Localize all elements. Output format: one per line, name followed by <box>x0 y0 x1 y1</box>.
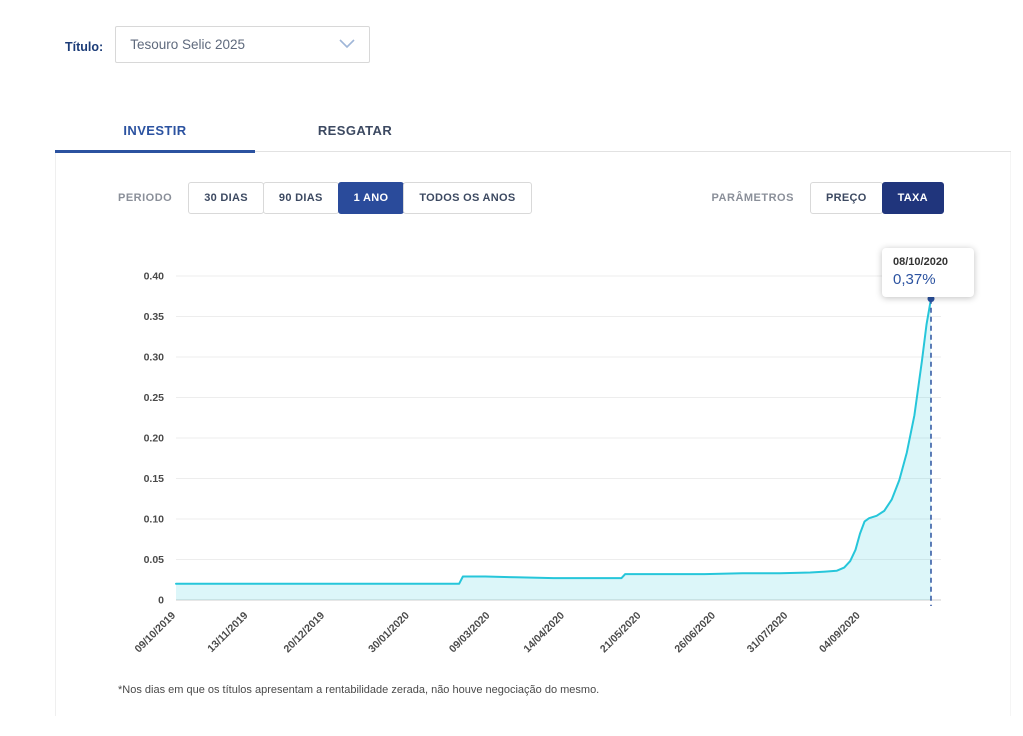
svg-text:0.15: 0.15 <box>144 473 165 485</box>
titulo-select[interactable]: Tesouro Selic 2025 <box>115 26 370 63</box>
svg-text:13/11/2019: 13/11/2019 <box>205 610 250 655</box>
svg-text:0.40: 0.40 <box>144 271 165 283</box>
tab-resgatar[interactable]: RESGATAR <box>255 113 455 151</box>
titulo-select-value: Tesouro Selic 2025 <box>130 37 245 52</box>
param-taxa-button[interactable]: TAXA <box>882 182 944 214</box>
svg-text:0.25: 0.25 <box>144 392 165 404</box>
svg-text:04/09/2020: 04/09/2020 <box>817 610 863 656</box>
period-30-dias-button[interactable]: 30 DIAS <box>188 182 264 214</box>
svg-text:0.20: 0.20 <box>144 433 165 445</box>
svg-text:21/05/2020: 21/05/2020 <box>598 610 644 656</box>
period-label: PERIODO <box>118 192 172 204</box>
tooltip-date: 08/10/2020 <box>893 256 963 268</box>
period-todos-os-anos-button[interactable]: TODOS OS ANOS <box>403 182 531 214</box>
svg-text:09/10/2019: 09/10/2019 <box>132 610 178 656</box>
chart-tooltip: 08/10/2020 0,37% <box>882 248 974 297</box>
tab-bar: INVESTIR RESGATAR <box>55 113 1011 152</box>
chart-area: 08/10/2020 0,37% 0.40 0.35 0.30 0.25 0.20 0.1… <box>56 248 1010 658</box>
svg-text:31/07/2020: 31/07/2020 <box>745 610 791 656</box>
tooltip-value: 0,37% <box>893 271 963 288</box>
controls-row: PERIODO 30 DIAS 90 DIAS 1 ANO TODOS OS A… <box>56 152 1010 214</box>
investment-card: INVESTIR RESGATAR PERIODO 30 DIAS 90 DIA… <box>55 113 1011 716</box>
period-90-dias-button[interactable]: 90 DIAS <box>263 182 339 214</box>
svg-text:0.05: 0.05 <box>144 554 165 566</box>
param-button-group: PREÇO TAXA <box>810 182 944 214</box>
titulo-label: Título: <box>65 40 103 54</box>
footnote: *Nos dias em que os títulos apresentam a… <box>56 658 1010 696</box>
svg-text:26/06/2020: 26/06/2020 <box>672 610 718 656</box>
tab-investir[interactable]: INVESTIR <box>55 113 255 153</box>
chevron-down-icon <box>339 36 355 54</box>
param-preco-button[interactable]: PREÇO <box>810 182 883 214</box>
svg-text:14/04/2020: 14/04/2020 <box>521 610 567 656</box>
svg-text:0.10: 0.10 <box>144 514 165 526</box>
period-button-group: 30 DIAS 90 DIAS 1 ANO TODOS OS ANOS <box>188 182 531 214</box>
parametros-label: PARÂMETROS <box>712 192 794 204</box>
rate-history-chart[interactable]: 0.40 0.35 0.30 0.25 0.20 0.15 0.10 0.05 0 09/10/2… <box>86 248 1006 658</box>
svg-text:09/03/2020: 09/03/2020 <box>447 610 493 656</box>
period-1-ano-button[interactable]: 1 ANO <box>338 182 405 214</box>
svg-text:0: 0 <box>158 595 164 607</box>
svg-text:0.35: 0.35 <box>144 311 165 323</box>
svg-text:30/01/2020: 30/01/2020 <box>366 610 412 656</box>
card-body: PERIODO 30 DIAS 90 DIAS 1 ANO TODOS OS A… <box>55 152 1011 716</box>
svg-text:20/12/2019: 20/12/2019 <box>281 610 327 656</box>
title-row: Título: Tesouro Selic 2025 <box>0 0 1023 63</box>
svg-text:0.30: 0.30 <box>144 352 165 364</box>
